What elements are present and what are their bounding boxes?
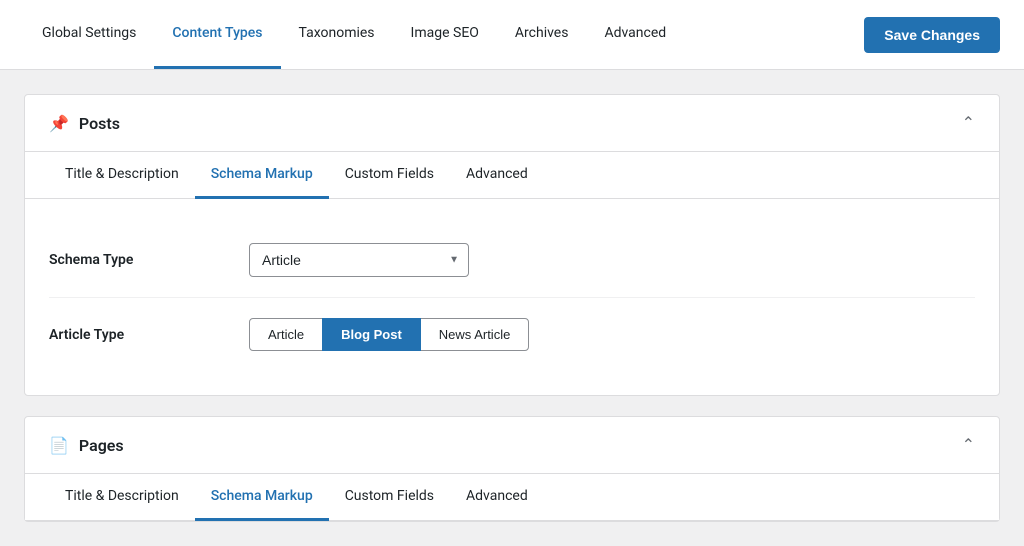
pages-icon: 📄 — [49, 436, 69, 455]
schema-type-select[interactable]: Article BlogPosting NewsArticle — [249, 243, 469, 277]
posts-section-header: 📌 Posts ⌃ — [25, 95, 999, 152]
chevron-up-icon: ⌃ — [962, 113, 975, 133]
article-type-blog-post-button[interactable]: Blog Post — [322, 318, 421, 351]
tab-title-description-pages[interactable]: Title & Description — [49, 474, 195, 521]
pages-tabs: Title & Description Schema Markup Custom… — [25, 474, 999, 521]
nav-item-advanced[interactable]: Advanced — [586, 0, 684, 69]
pages-header-left: 📄 Pages — [49, 436, 124, 455]
schema-type-row: Schema Type Article BlogPosting NewsArti… — [49, 223, 975, 298]
nav-item-global-settings[interactable]: Global Settings — [24, 0, 154, 69]
posts-header-left: 📌 Posts — [49, 114, 120, 133]
nav-item-taxonomies[interactable]: Taxonomies — [281, 0, 393, 69]
tab-custom-fields-pages[interactable]: Custom Fields — [329, 474, 450, 521]
tab-schema-markup-pages[interactable]: Schema Markup — [195, 474, 329, 521]
article-type-article-button[interactable]: Article — [249, 318, 323, 351]
posts-collapse-button[interactable]: ⌃ — [962, 113, 975, 133]
pages-collapse-button[interactable]: ⌃ — [962, 435, 975, 455]
article-type-news-article-button[interactable]: News Article — [420, 318, 530, 351]
posts-icon: 📌 — [49, 114, 69, 133]
schema-type-select-wrapper: Article BlogPosting NewsArticle — [249, 243, 469, 277]
chevron-up-icon-pages: ⌃ — [962, 435, 975, 455]
tab-custom-fields-posts[interactable]: Custom Fields — [329, 152, 450, 199]
main-content: 📌 Posts ⌃ Title & Description Schema Mar… — [0, 70, 1024, 546]
article-type-label: Article Type — [49, 327, 249, 343]
schema-type-control: Article BlogPosting NewsArticle — [249, 243, 975, 277]
save-changes-button[interactable]: Save Changes — [864, 17, 1000, 53]
pages-section: 📄 Pages ⌃ Title & Description Schema Mar… — [24, 416, 1000, 522]
article-type-control: Article Blog Post News Article — [249, 318, 975, 351]
tab-advanced-pages[interactable]: Advanced — [450, 474, 544, 521]
tab-advanced-posts[interactable]: Advanced — [450, 152, 544, 199]
posts-title: Posts — [79, 114, 120, 133]
article-type-button-group: Article Blog Post News Article — [249, 318, 975, 351]
pages-section-header: 📄 Pages ⌃ — [25, 417, 999, 474]
nav-item-content-types[interactable]: Content Types — [154, 0, 280, 69]
posts-section: 📌 Posts ⌃ Title & Description Schema Mar… — [24, 94, 1000, 396]
nav-item-archives[interactable]: Archives — [497, 0, 587, 69]
posts-tabs: Title & Description Schema Markup Custom… — [25, 152, 999, 199]
pages-title: Pages — [79, 436, 124, 455]
nav-item-image-seo[interactable]: Image SEO — [393, 0, 497, 69]
article-type-row: Article Type Article Blog Post News Arti… — [49, 298, 975, 371]
posts-tab-content: Schema Type Article BlogPosting NewsArti… — [25, 199, 999, 395]
tab-title-description-posts[interactable]: Title & Description — [49, 152, 195, 199]
nav-links: Global Settings Content Types Taxonomies… — [24, 0, 684, 69]
tab-schema-markup-posts[interactable]: Schema Markup — [195, 152, 329, 199]
schema-type-label: Schema Type — [49, 252, 249, 268]
top-navigation: Global Settings Content Types Taxonomies… — [0, 0, 1024, 70]
